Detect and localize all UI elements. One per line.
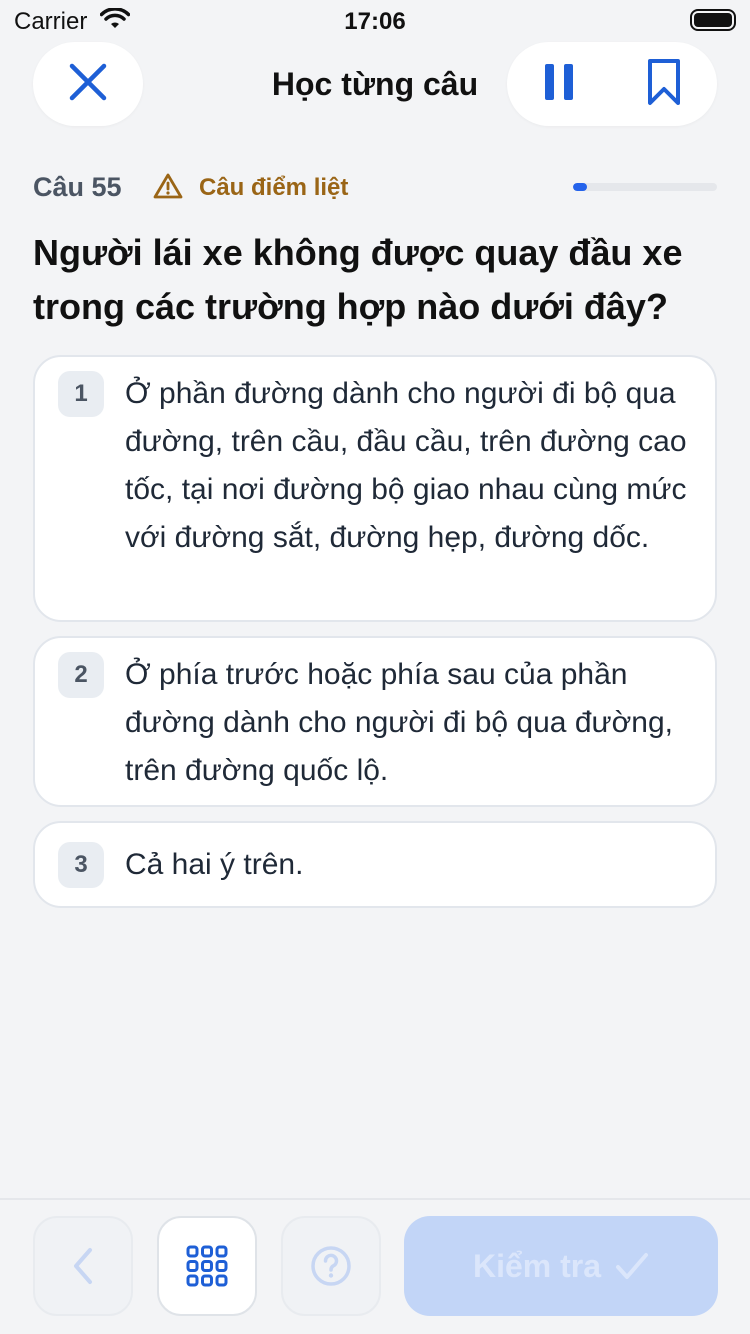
question-text: Người lái xe không được quay đầu xe tron… xyxy=(33,232,683,327)
progress-bar xyxy=(573,183,717,191)
pause-button[interactable] xyxy=(543,62,575,107)
battery-icon xyxy=(690,9,736,31)
answer-index: 2 xyxy=(58,652,104,698)
answer-text: Ở phần đường dành cho người đi bộ qua đư… xyxy=(125,377,687,554)
chevron-left-icon xyxy=(74,1248,92,1284)
answer-index: 1 xyxy=(58,371,104,417)
warning-icon xyxy=(153,172,183,205)
help-icon xyxy=(311,1246,351,1286)
clock: 17:06 xyxy=(344,8,406,35)
grid-icon xyxy=(186,1245,228,1287)
answer-option-3[interactable]: 3 Cả hai ý trên. xyxy=(33,821,717,908)
critical-question-badge: Câu điểm liệt xyxy=(199,174,349,201)
header-actions xyxy=(507,42,717,126)
check-button-label: Kiểm tra xyxy=(472,1247,602,1284)
question-grid-button[interactable] xyxy=(157,1216,257,1316)
previous-button[interactable] xyxy=(33,1216,133,1316)
answer-text: Ở phía trước hoặc phía sau của phần đườn… xyxy=(125,658,673,787)
answer-option-2[interactable]: 2 Ở phía trước hoặc phía sau của phần đư… xyxy=(33,636,717,807)
answer-option-1[interactable]: 1 Ở phần đường dành cho người đi bộ qua … xyxy=(33,355,717,622)
answer-index: 3 xyxy=(58,842,104,888)
check-answer-button[interactable]: Kiểm tra xyxy=(404,1216,718,1316)
answer-text: Cả hai ý trên. xyxy=(125,848,304,881)
bookmark-button[interactable] xyxy=(647,58,681,111)
checkmark-icon xyxy=(616,1253,649,1279)
question-number: Câu 55 xyxy=(33,172,122,202)
help-button[interactable] xyxy=(281,1216,381,1316)
status-bar: Carrier 17:06 xyxy=(0,0,750,40)
pause-icon xyxy=(545,63,573,100)
progress-fill xyxy=(573,183,588,191)
bookmark-icon xyxy=(648,58,680,105)
